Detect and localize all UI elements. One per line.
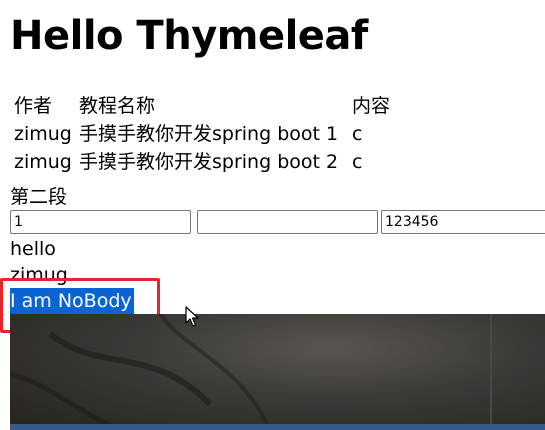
header-course-name: 教程名称 <box>79 95 156 117</box>
input-field-2[interactable] <box>197 210 378 234</box>
course-table: 作者 教程名称 内容 zimug 手摸手教你开发spring boot 1 c … <box>11 91 393 178</box>
table-row: zimug 手摸手教你开发spring boot 2 c <box>14 150 390 175</box>
cell-course-name: 手摸手教你开发spring boot 1 <box>79 123 339 145</box>
page: Hello Thymeleaf 作者 教程名称 内容 zimug 手摸手教你开发… <box>0 0 545 430</box>
cell-content: c <box>352 151 363 173</box>
name-text: zimug <box>10 264 68 286</box>
header-author: 作者 <box>14 95 53 117</box>
image-divider <box>490 314 492 424</box>
table-row: zimug 手摸手教你开发spring boot 1 c <box>14 122 390 147</box>
table-header-row: 作者 教程名称 内容 <box>14 94 390 119</box>
image-bottom-strip <box>10 424 545 430</box>
section-label: 第二段 <box>10 186 68 208</box>
mouse-pointer-icon <box>185 306 199 327</box>
page-title: Hello Thymeleaf <box>10 13 368 59</box>
image-texture <box>10 314 272 430</box>
hello-text: hello <box>10 238 56 260</box>
input-field-1[interactable] <box>10 210 191 234</box>
cell-content: c <box>352 123 363 145</box>
cell-course-name: 手摸手教你开发spring boot 2 <box>79 151 339 173</box>
header-content: 内容 <box>352 95 391 117</box>
selected-nobody-text[interactable]: I am NoBody <box>10 288 134 314</box>
input-field-3[interactable] <box>381 210 545 234</box>
cell-author: zimug <box>14 123 72 145</box>
cell-author: zimug <box>14 151 72 173</box>
background-image <box>10 314 545 430</box>
